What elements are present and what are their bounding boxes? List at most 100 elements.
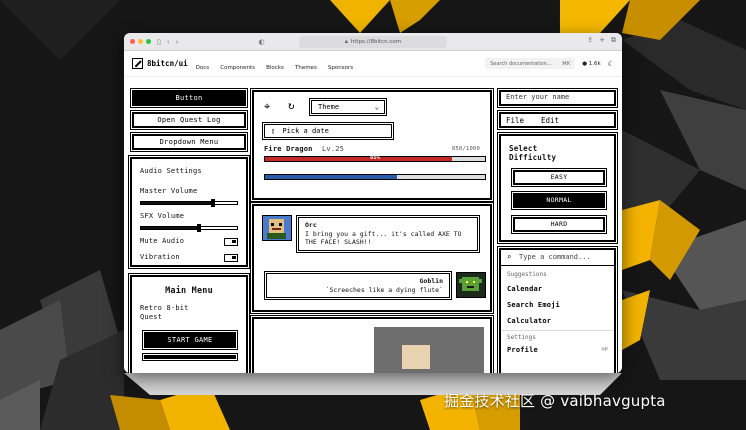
image-card: [250, 315, 494, 373]
boss-name: Fire Dragon: [264, 145, 313, 153]
docs-search-placeholder: Search documentation...: [490, 60, 552, 67]
menubar-file[interactable]: File: [506, 116, 524, 125]
maximize-window-button[interactable]: [146, 39, 151, 44]
profile-shortcut: ⌘P: [601, 347, 608, 353]
goblin-name: Goblin: [419, 277, 443, 285]
master-volume-slider[interactable]: [140, 199, 238, 207]
main-menu-subtitle: Retro 8-bit Quest: [140, 304, 189, 321]
boss-hp: 850/1000: [451, 146, 480, 152]
watermark: 掘金技术社区 @ vaibhavgupta: [444, 392, 666, 410]
difficulty-normal[interactable]: NORMAL: [511, 191, 607, 210]
sfx-volume-thumb[interactable]: [196, 224, 201, 232]
settings-heading: Settings: [507, 334, 536, 341]
vibration-toggle[interactable]: [224, 254, 238, 262]
nav-blocks[interactable]: Blocks: [266, 65, 284, 71]
forward-icon[interactable]: ›: [176, 38, 179, 46]
nav-components[interactable]: Components: [220, 65, 255, 71]
brand-name[interactable]: 8bitcn/ui: [147, 59, 188, 68]
master-volume-fill: [141, 202, 213, 204]
vibration-label: Vibration: [140, 253, 180, 261]
name-input-placeholder: Enter your name: [506, 93, 570, 101]
audio-settings-title: Audio Settings: [140, 167, 202, 175]
minimize-window-button[interactable]: [138, 39, 143, 44]
theme-toggle-moon-icon[interactable]: ☾: [608, 60, 614, 68]
calendar-icon: ▯: [271, 127, 276, 135]
suggestions-heading: Suggestions: [507, 271, 547, 278]
browser-actions: ⇪ + ⧉: [587, 36, 616, 45]
sidebar-toggle-icon[interactable]: ▯: [157, 38, 161, 46]
difficulty-easy[interactable]: EASY: [511, 168, 607, 187]
goblin-text: `Screeches like a dying flute`: [325, 285, 443, 294]
orc-text: I bring you a gift... it's called AXE TO…: [305, 229, 462, 247]
back-icon[interactable]: ‹: [167, 38, 170, 46]
boss-level: Lv.25: [322, 145, 345, 153]
start-game-button[interactable]: START GAME: [142, 330, 238, 350]
address-bar[interactable]: 🔒︎ https://8bitcn.com: [299, 36, 447, 48]
window-controls: [130, 39, 151, 44]
master-volume-thumb[interactable]: [211, 199, 215, 207]
theme-select-value: Theme: [318, 103, 340, 111]
orc-face-icon: [267, 219, 286, 239]
audio-settings-card: Audio Settings Master Volume SFX Volume …: [128, 155, 250, 269]
date-picker[interactable]: ▯ Pick a date: [262, 122, 394, 140]
share-icon[interactable]: ⇪: [587, 36, 593, 45]
goblin-message: Goblin `Screeches like a dying flute`: [264, 271, 452, 300]
main-menu-title: Main Menu: [165, 286, 213, 296]
browser-chrome: ▯ ‹ › ◐ 🔒︎ https://8bitcn.com ⇪ + ⧉: [124, 33, 622, 51]
suggestion-calculator[interactable]: Calculator: [507, 317, 551, 325]
mute-audio-toggle[interactable]: [224, 238, 238, 246]
main-nav: Docs Components Blocks Themes Sponsors: [196, 54, 359, 73]
difficulty-hard[interactable]: HARD: [511, 215, 607, 234]
command-input[interactable]: Type a command...: [519, 253, 591, 261]
close-window-button[interactable]: [130, 39, 135, 44]
setting-profile[interactable]: Profile: [507, 346, 538, 354]
date-picker-placeholder: Pick a date: [282, 127, 329, 135]
name-input[interactable]: Enter your name: [497, 88, 618, 108]
health-bar: 85%: [264, 155, 486, 162]
sfx-volume-label: SFX Volume: [140, 212, 185, 220]
pixel-art-highlight: [402, 345, 430, 369]
refresh-icon[interactable]: ↻: [288, 99, 295, 112]
primary-button[interactable]: Button: [130, 88, 248, 108]
sfx-volume-slider[interactable]: [140, 224, 238, 232]
new-tab-icon[interactable]: +: [599, 36, 605, 45]
suggestion-search-emoji[interactable]: Search Emoji: [507, 301, 560, 309]
orc-name: Orc: [305, 221, 317, 229]
command-search-icon: ⌕: [507, 253, 512, 261]
github-stars: 1.6k: [588, 60, 601, 67]
next-menu-button[interactable]: [142, 353, 238, 361]
pixel-art-image: [374, 327, 484, 373]
shield-icon[interactable]: ◐: [258, 38, 264, 46]
component-showcase: Button Open Quest Log Dropdown Menu Audi…: [124, 77, 622, 373]
site-header: 8bitcn/ui Docs Components Blocks Themes …: [124, 51, 622, 77]
orc-avatar: [262, 215, 292, 241]
main-menu-card: Main Menu Retro 8-bit Quest START GAME: [128, 273, 250, 373]
orc-message: Orc I bring you a gift... it's called AX…: [296, 215, 480, 253]
docs-search-input[interactable]: Search documentation... ⌘K: [485, 58, 576, 69]
nav-sponsors[interactable]: Sponsors: [328, 65, 353, 71]
master-volume-label: Master Volume: [140, 187, 198, 195]
github-icon: ●: [582, 60, 588, 67]
goblin-avatar: [456, 272, 486, 298]
pixel-arrows-icon[interactable]: ⌖: [264, 100, 270, 114]
menubar-edit[interactable]: Edit: [541, 116, 559, 125]
difficulty-title: Select Difficulty: [509, 144, 557, 162]
suggestion-calendar[interactable]: Calendar: [507, 285, 542, 293]
tabs-icon[interactable]: ⧉: [611, 36, 616, 45]
browser-window: ▯ ‹ › ◐ 🔒︎ https://8bitcn.com ⇪ + ⧉ 8bit…: [124, 33, 622, 373]
nav-docs[interactable]: Docs: [196, 65, 210, 71]
nav-themes[interactable]: Themes: [295, 65, 317, 71]
command-divider: [501, 265, 614, 266]
dropdown-menu-button[interactable]: Dropdown Menu: [130, 132, 248, 152]
goblin-face-icon: [459, 277, 482, 291]
mute-audio-label: Mute Audio: [140, 237, 185, 245]
theme-select[interactable]: Theme ⌄: [309, 98, 387, 116]
chevron-down-icon: ⌄: [374, 103, 379, 111]
difficulty-card: Select Difficulty EASY NORMAL HARD: [497, 132, 618, 244]
github-link[interactable]: ● 1.6k: [582, 61, 601, 67]
open-quest-log-button[interactable]: Open Quest Log: [130, 110, 248, 130]
brand-logo-icon[interactable]: [132, 58, 143, 69]
command-palette: ⌕ Type a command... Suggestions Calendar…: [497, 246, 618, 373]
mana-bar: [264, 174, 486, 180]
controls-card: ⌖ ↻ Theme ⌄ ▯ Pick a date Fire Dragon Lv…: [250, 88, 494, 202]
